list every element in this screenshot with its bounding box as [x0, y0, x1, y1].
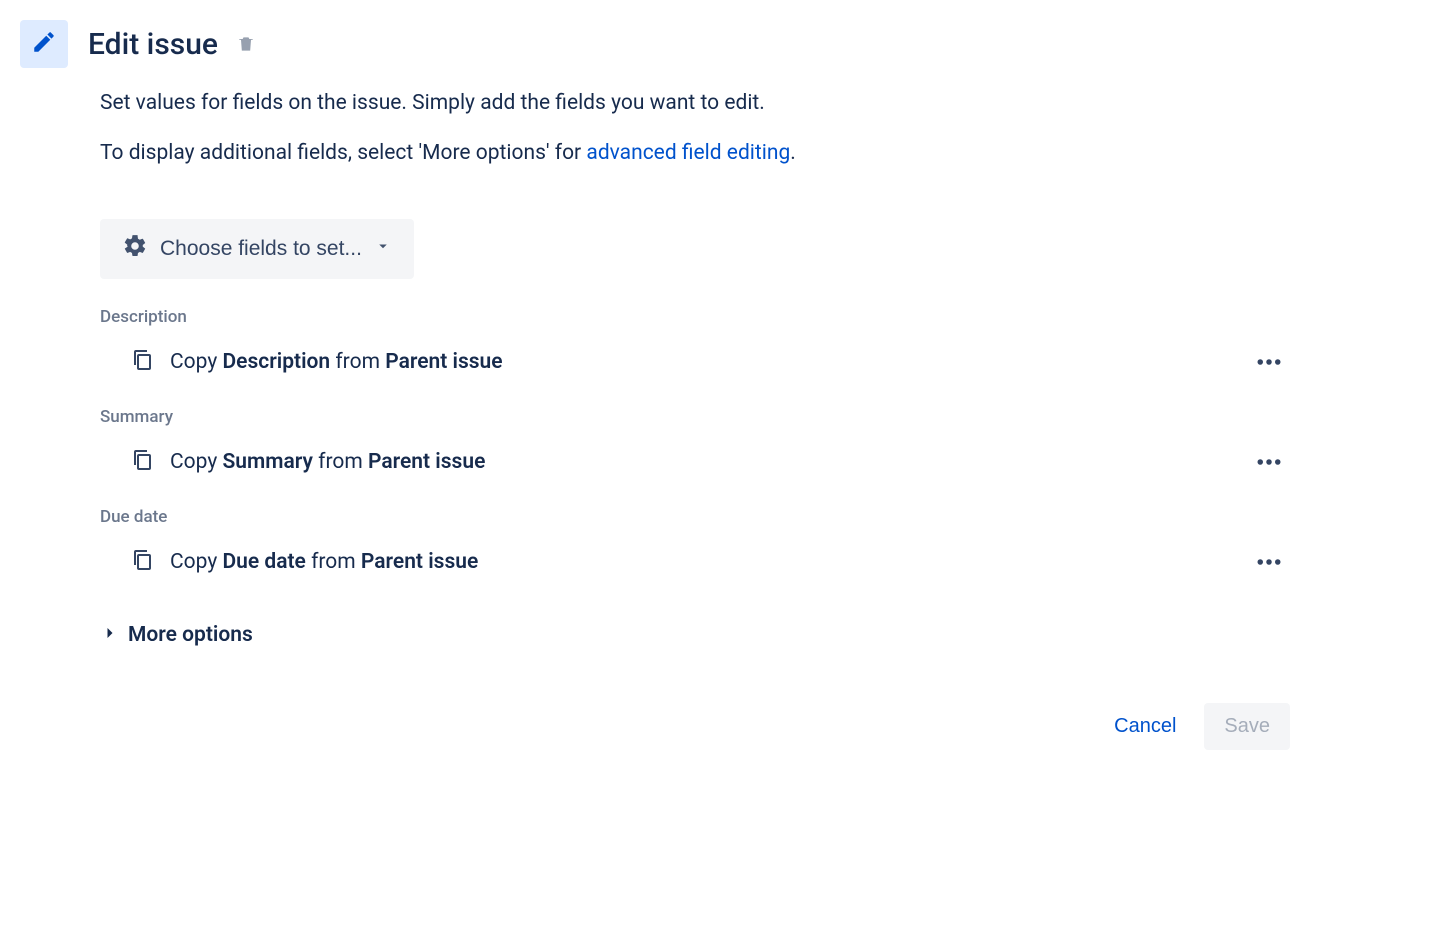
field-copy-mid: from	[313, 450, 368, 474]
cancel-button[interactable]: Cancel	[1094, 703, 1196, 750]
field-label: Summary	[100, 407, 1300, 427]
field-copy-field: Summary	[222, 450, 312, 474]
field-copy-source: Parent issue	[385, 350, 502, 374]
intro-line-2-suffix: .	[790, 141, 796, 165]
field-copy-source: Parent issue	[368, 450, 485, 474]
field-row-left: Copy Due date from Parent issue	[130, 548, 478, 576]
field-value: Copy Description from Parent issue	[170, 350, 503, 374]
field-value: Copy Due date from Parent issue	[170, 550, 478, 574]
pencil-icon	[31, 29, 57, 59]
field-section-due-date: Due date Copy Due date from Parent issue	[100, 507, 1300, 583]
more-options-toggle[interactable]: More options	[100, 623, 1300, 647]
title-block: Edit issue	[88, 27, 256, 62]
content-area: Set values for fields on the issue. Simp…	[100, 88, 1300, 750]
field-value: Copy Summary from Parent issue	[170, 450, 485, 474]
intro-line-2-prefix: To display additional fields, select 'Mo…	[100, 141, 586, 165]
field-row: Copy Summary from Parent issue	[100, 441, 1300, 483]
chevron-down-icon	[374, 237, 392, 261]
trash-icon[interactable]	[236, 34, 256, 54]
copy-icon	[130, 448, 154, 476]
field-copy-mid: from	[330, 350, 385, 374]
intro-line-1: Set values for fields on the issue. Simp…	[100, 88, 1300, 120]
choose-fields-label: Choose fields to set...	[160, 237, 362, 261]
save-button[interactable]: Save	[1204, 703, 1290, 750]
field-copy-field: Description	[222, 350, 330, 374]
more-actions-button[interactable]	[1248, 341, 1290, 383]
more-actions-button[interactable]	[1248, 541, 1290, 583]
field-row: Copy Due date from Parent issue	[100, 541, 1300, 583]
page-title: Edit issue	[88, 27, 218, 62]
header-row: Edit issue	[20, 20, 1320, 68]
edit-issue-icon-box	[20, 20, 68, 68]
copy-icon	[130, 348, 154, 376]
field-section-description: Description Copy Description from Parent…	[100, 307, 1300, 383]
copy-icon	[130, 548, 154, 576]
field-row-left: Copy Summary from Parent issue	[130, 448, 485, 476]
gear-icon	[122, 233, 148, 265]
field-copy-prefix: Copy	[170, 550, 222, 574]
more-options-label: More options	[128, 623, 253, 647]
field-copy-source: Parent issue	[361, 550, 478, 574]
field-row-left: Copy Description from Parent issue	[130, 348, 503, 376]
intro-line-2: To display additional fields, select 'Mo…	[100, 138, 1300, 170]
field-copy-mid: from	[306, 550, 361, 574]
field-row: Copy Description from Parent issue	[100, 341, 1300, 383]
footer-buttons: Cancel Save	[100, 703, 1300, 750]
field-copy-prefix: Copy	[170, 450, 222, 474]
field-section-summary: Summary Copy Summary from Parent issue	[100, 407, 1300, 483]
field-label: Description	[100, 307, 1300, 327]
choose-fields-button[interactable]: Choose fields to set...	[100, 219, 414, 279]
chevron-right-icon	[100, 623, 120, 647]
field-label: Due date	[100, 507, 1300, 527]
more-actions-button[interactable]	[1248, 441, 1290, 483]
advanced-field-editing-link[interactable]: advanced field editing	[586, 141, 790, 165]
field-copy-field: Due date	[222, 550, 305, 574]
field-copy-prefix: Copy	[170, 350, 222, 374]
